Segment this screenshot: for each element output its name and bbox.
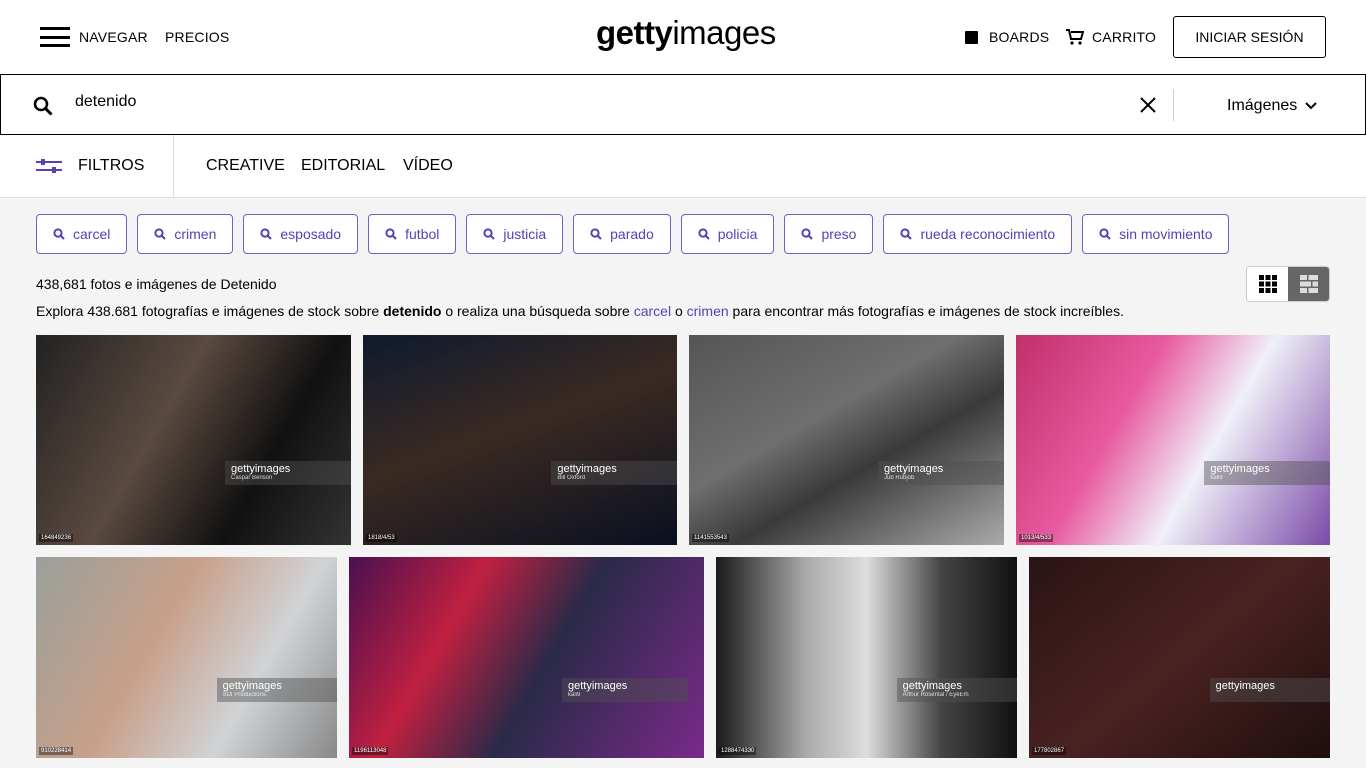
top-bar: NAVEGAR PRECIOS gettyimages BOARDS CARRI…: [0, 0, 1366, 74]
search-icon: [801, 228, 814, 240]
related-searches: document.write(JSON.parse(document.getEl…: [36, 214, 1230, 254]
image-id: 1288474330: [719, 747, 757, 755]
search-icon: [260, 228, 273, 240]
mosaic-icon: [1299, 275, 1318, 293]
cart-icon: [1066, 29, 1084, 45]
image-id: 164849236: [39, 534, 74, 542]
search-icon: [698, 228, 710, 240]
image-id: 177802867: [1032, 747, 1067, 755]
clear-icon[interactable]: [1140, 97, 1156, 113]
related-search-chip[interactable]: policia: [680, 214, 775, 254]
search-icon: [900, 228, 913, 240]
boards-icon: [965, 31, 978, 44]
image-result[interactable]: gettyimages kali9 1196113048: [349, 557, 704, 758]
image-id: 1196113048: [352, 747, 389, 755]
image-result[interactable]: gettyimages 177802867: [1029, 557, 1330, 758]
logo[interactable]: gettyimages: [596, 14, 776, 52]
tab-video[interactable]: VÍDEO: [403, 157, 453, 175]
image-result[interactable]: gettyimages kali9 1013/4/533: [1016, 335, 1330, 545]
watermark: gettyimages Bill Oxford: [551, 461, 677, 485]
sliders-icon: [36, 159, 62, 173]
results-description: Explora 438.681 fotografías e imágenes d…: [36, 303, 1124, 319]
chevron-down-icon: [1305, 102, 1317, 110]
image-result[interactable]: gettyimages Caspar Benson 164849236: [36, 335, 351, 545]
image-id: 910228414: [39, 747, 74, 755]
link-crimen[interactable]: crimen: [687, 303, 729, 319]
mosaic-view-button[interactable]: [1288, 267, 1329, 301]
watermark: gettyimages kali9: [562, 677, 688, 702]
view-toggle: [1246, 266, 1330, 302]
search-icon: [53, 228, 65, 240]
related-search-chip[interactable]: futbol: [368, 214, 457, 254]
watermark: gettyimages SDI Productions: [216, 677, 337, 702]
related-search-chip[interactable]: sin movimiento: [1082, 214, 1230, 254]
link-carcel[interactable]: carcel: [634, 303, 671, 319]
watermark: gettyimages Caspar Benson: [225, 461, 351, 485]
tab-creative[interactable]: CREATIVE: [206, 157, 285, 175]
related-search-chip[interactable]: preso: [784, 214, 874, 254]
related-search-chip[interactable]: justicia: [466, 214, 564, 254]
cart-link[interactable]: CARRITO: [1092, 29, 1156, 45]
menu-icon[interactable]: [40, 27, 70, 47]
media-type-dropdown[interactable]: Imágenes: [1227, 97, 1317, 115]
divider: [173, 135, 174, 198]
grid-view-button[interactable]: [1247, 267, 1288, 301]
related-search-chip[interactable]: carcel: [36, 214, 128, 254]
search-icon: [483, 228, 496, 240]
image-result[interactable]: gettyimages Bill Oxford 1818/4/53: [363, 335, 677, 545]
image-id: 1013/4/533: [1019, 534, 1054, 542]
divider: [1173, 89, 1174, 121]
search-icon[interactable]: [33, 96, 53, 116]
nav-link-navegar[interactable]: NAVEGAR: [79, 29, 148, 45]
grid-icon: [1258, 275, 1277, 293]
image-id: 1818/4/53: [366, 534, 397, 542]
filter-bar: FILTROS CREATIVE EDITORIAL VÍDEO: [0, 135, 1366, 198]
search-icon: [1099, 228, 1111, 240]
watermark: gettyimages: [1209, 677, 1330, 702]
image-result[interactable]: gettyimages Jub Rubjob 1141553543: [689, 335, 1004, 545]
tab-editorial[interactable]: EDITORIAL: [301, 157, 385, 175]
image-result[interactable]: gettyimages Arthur Rosental / EyeEm 128847…: [716, 557, 1017, 758]
signin-button[interactable]: INICIAR SESIÓN: [1173, 16, 1326, 58]
results-count: 438,681 fotos e imágenes de Detenido: [36, 276, 277, 292]
related-search-chip[interactable]: parado: [573, 214, 671, 254]
related-search-chip[interactable]: crimen: [137, 214, 234, 254]
search-bar: Imágenes: [0, 74, 1366, 135]
related-search-chip[interactable]: esposado: [243, 214, 359, 254]
search-input[interactable]: [75, 93, 1075, 111]
watermark: gettyimages Arthur Rosental / EyeEm: [896, 677, 1017, 702]
search-icon: [385, 228, 397, 240]
related-search-chip[interactable]: rueda reconocimiento: [883, 214, 1073, 254]
image-result[interactable]: gettyimages SDI Productions 910228414: [36, 557, 337, 758]
watermark: gettyimages Jub Rubjob: [878, 461, 1004, 485]
filters-button[interactable]: FILTROS: [36, 157, 144, 175]
watermark: gettyimages kali9: [1204, 461, 1330, 485]
image-id: 1141553543: [692, 534, 729, 542]
search-icon: [590, 228, 602, 240]
search-icon: [154, 228, 167, 240]
nav-link-precios[interactable]: PRECIOS: [165, 29, 229, 45]
boards-link[interactable]: BOARDS: [989, 29, 1049, 45]
